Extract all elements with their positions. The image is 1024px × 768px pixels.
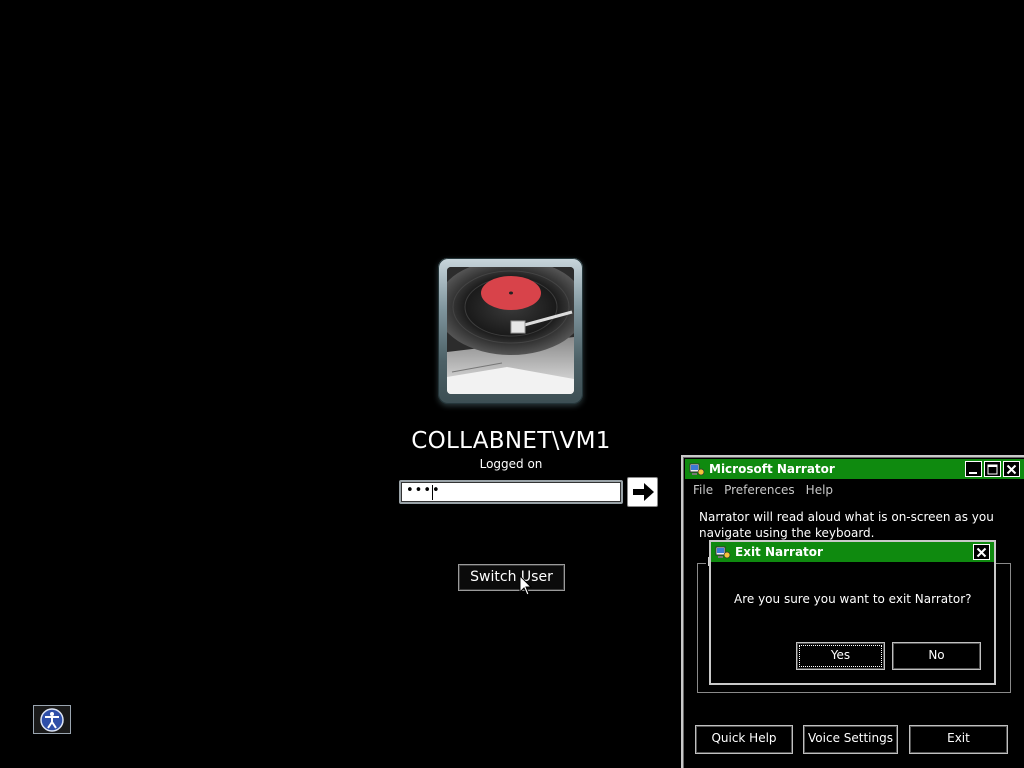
minimize-button[interactable] — [965, 461, 982, 477]
narrator-app-icon — [715, 546, 731, 559]
quick-help-button[interactable]: Quick Help — [695, 725, 793, 754]
close-button[interactable] — [1003, 461, 1020, 477]
arrow-right-icon — [632, 483, 654, 501]
narrator-title: Microsoft Narrator — [709, 462, 835, 476]
text-caret — [432, 485, 433, 500]
maximize-button[interactable] — [984, 461, 1001, 477]
exit-dialog-title: Exit Narrator — [735, 545, 823, 559]
user-tile[interactable] — [438, 258, 583, 404]
menu-preferences[interactable]: Preferences — [724, 483, 795, 497]
mouse-cursor-icon — [519, 575, 533, 596]
menu-help[interactable]: Help — [806, 483, 833, 497]
user-status: Logged on — [479, 457, 543, 471]
password-input[interactable]: •••• — [399, 480, 623, 504]
narrator-titlebar[interactable]: Microsoft Narrator — [685, 459, 1024, 479]
exit-dialog-close-button[interactable] — [973, 544, 990, 560]
password-mask: •••• — [406, 483, 441, 498]
voice-settings-button[interactable]: Voice Settings — [803, 725, 898, 754]
narrator-description: Narrator will read aloud what is on-scre… — [699, 510, 994, 540]
exit-narrator-dialog: Exit Narrator Are you sure you want to e… — [709, 540, 996, 685]
close-icon — [1006, 464, 1017, 474]
user-picture — [447, 267, 574, 394]
user-name: COLLABNET\VM1 — [411, 428, 611, 454]
switch-user-button[interactable]: Switch User — [458, 564, 565, 591]
narrator-menubar: File Preferences Help — [693, 483, 833, 497]
exit-dialog-titlebar[interactable]: Exit Narrator — [711, 542, 994, 562]
maximize-icon — [987, 464, 998, 474]
exit-button[interactable]: Exit — [909, 725, 1008, 754]
yes-button[interactable]: Yes — [796, 642, 885, 670]
no-button[interactable]: No — [892, 642, 981, 670]
minimize-icon — [969, 471, 977, 474]
ease-of-access-button[interactable] — [33, 705, 71, 734]
submit-button[interactable] — [627, 477, 658, 507]
close-icon — [976, 547, 987, 557]
narrator-app-icon — [689, 463, 705, 476]
ease-of-access-icon — [40, 707, 64, 732]
menu-file[interactable]: File — [693, 483, 713, 497]
exit-dialog-message: Are you sure you want to exit Narrator? — [734, 592, 972, 606]
